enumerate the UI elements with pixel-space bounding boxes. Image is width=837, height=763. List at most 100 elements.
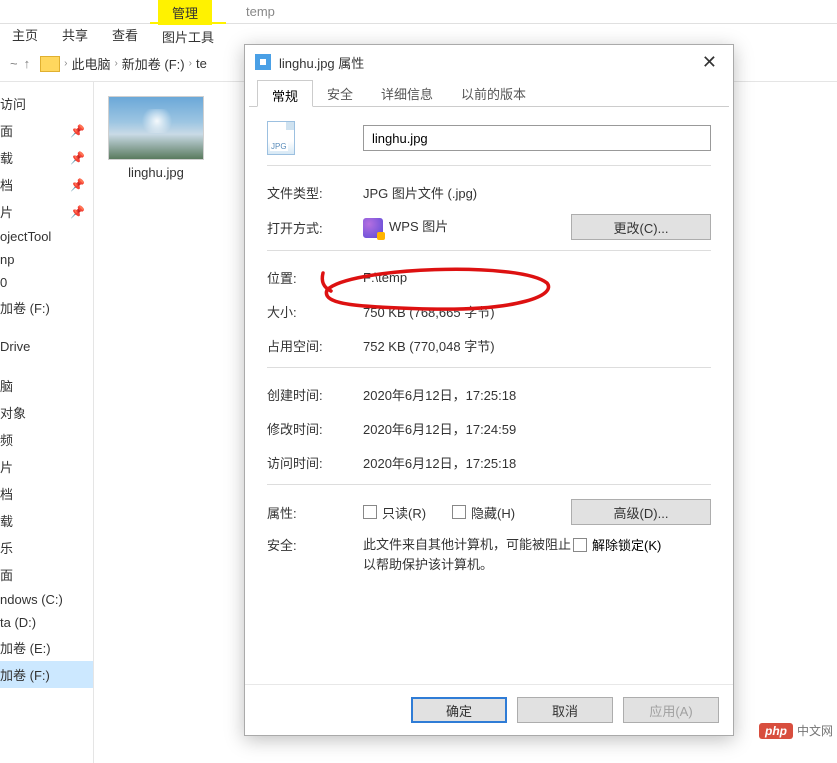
label-modified: 修改时间: xyxy=(267,419,363,438)
sidebar-item[interactable]: 载 xyxy=(0,507,93,534)
unblock-checkbox[interactable]: 解除锁定(K) xyxy=(573,535,661,554)
ribbon-tab-share[interactable]: 共享 xyxy=(50,22,100,49)
change-button[interactable]: 更改(C)... xyxy=(571,214,711,240)
sidebar-item[interactable]: 载📌 xyxy=(0,144,93,171)
ribbon-tab-home[interactable]: 主页 xyxy=(0,22,50,49)
pin-icon: 📌 xyxy=(70,124,85,138)
breadcrumb-item[interactable]: te xyxy=(196,56,207,71)
dialog-titlebar[interactable]: linghu.jpg 属性 ✕ xyxy=(245,45,733,79)
divider xyxy=(267,367,711,368)
sidebar-item[interactable]: 0 xyxy=(0,271,93,294)
divider xyxy=(267,484,711,485)
ribbon-tab-picturetools[interactable]: 图片工具 xyxy=(150,22,226,49)
tab-previous[interactable]: 以前的版本 xyxy=(447,79,540,106)
sidebar-item[interactable]: 对象 xyxy=(0,399,93,426)
file-thumbnail xyxy=(108,96,204,160)
sidebar-item[interactable]: 档📌 xyxy=(0,171,93,198)
sidebar-item-label: 载 xyxy=(0,511,85,530)
value-openwith: WPS 图片 xyxy=(363,216,571,238)
label-size: 大小: xyxy=(267,302,363,321)
dialog-body: JPG 文件类型: JPG 图片文件 (.jpg) 打开方式: WPS 图片 更… xyxy=(245,107,733,684)
sidebar-item[interactable]: 片 xyxy=(0,453,93,480)
apply-button[interactable]: 应用(A) xyxy=(623,697,719,723)
label-security: 安全: xyxy=(267,535,363,554)
sidebar-item[interactable]: ojectTool xyxy=(0,225,93,248)
sidebar-item-label: ta (D:) xyxy=(0,615,85,630)
label-location: 位置: xyxy=(267,268,363,287)
advanced-button[interactable]: 高级(D)... xyxy=(571,499,711,525)
label-attributes: 属性: xyxy=(267,503,363,522)
nav-back-icon[interactable]: ~ xyxy=(10,56,18,71)
divider xyxy=(267,165,711,166)
sidebar-item-label: ojectTool xyxy=(0,229,85,244)
tab-details[interactable]: 详细信息 xyxy=(367,79,447,106)
sidebar-item[interactable]: 片📌 xyxy=(0,198,93,225)
nav-up-icon[interactable]: ↑ xyxy=(24,56,31,71)
sidebar-item[interactable]: 面📌 xyxy=(0,117,93,144)
dialog-title: linghu.jpg 属性 xyxy=(279,53,696,72)
nav-arrows: ~ ↑ xyxy=(4,56,36,71)
sidebar-item[interactable]: 加卷 (E:) xyxy=(0,634,93,661)
breadcrumb[interactable]: › 此电脑 › 新加卷 (F:) › te xyxy=(64,54,207,73)
watermark-text: 中文网 xyxy=(797,722,833,739)
php-logo-icon: php xyxy=(759,723,793,739)
sidebar-item[interactable]: 频 xyxy=(0,426,93,453)
sidebar-item-label: 乐 xyxy=(0,538,85,557)
ribbon-row2: 主页 共享 查看 图片工具 xyxy=(0,22,226,49)
sidebar-nav: 访问面📌载📌档📌片📌ojectToolnp0加卷 (F:)Drive脑对象频片档… xyxy=(0,82,94,763)
chevron-right-icon: › xyxy=(64,58,67,69)
readonly-checkbox[interactable]: 只读(R) xyxy=(363,503,426,522)
value-location: F:\temp xyxy=(363,270,711,285)
properties-dialog: linghu.jpg 属性 ✕ 常规 安全 详细信息 以前的版本 JPG 文件类… xyxy=(244,44,734,736)
sidebar-item[interactable]: 加卷 (F:) xyxy=(0,661,93,688)
tab-security[interactable]: 安全 xyxy=(313,79,367,106)
label-openwith: 打开方式: xyxy=(267,218,363,237)
sidebar-item-label: 加卷 (E:) xyxy=(0,638,85,657)
sidebar-item-label: 对象 xyxy=(0,403,85,422)
sidebar-item-label: np xyxy=(0,252,85,267)
folder-icon xyxy=(40,56,60,72)
label-accessed: 访问时间: xyxy=(267,453,363,472)
label-created: 创建时间: xyxy=(267,385,363,404)
value-size: 750 KB (768,665 字节) xyxy=(363,302,711,321)
sidebar-item[interactable]: ta (D:) xyxy=(0,611,93,634)
wps-icon xyxy=(363,218,383,238)
chevron-right-icon: › xyxy=(189,58,192,69)
sidebar-item[interactable]: 脑 xyxy=(0,372,93,399)
ok-button[interactable]: 确定 xyxy=(411,697,507,723)
sidebar-item-label: 加卷 (F:) xyxy=(0,665,85,684)
pin-icon: 📌 xyxy=(70,178,85,192)
sidebar-item[interactable]: 加卷 (F:) xyxy=(0,294,93,321)
sidebar-item[interactable]: Drive xyxy=(0,335,93,358)
sidebar-item[interactable]: np xyxy=(0,248,93,271)
sidebar-item[interactable]: 访问 xyxy=(0,90,93,117)
sidebar-item-label: 片 xyxy=(0,457,85,476)
breadcrumb-item[interactable]: 此电脑 xyxy=(71,54,110,73)
image-file-icon xyxy=(255,54,271,70)
file-item[interactable]: linghu.jpg xyxy=(108,96,204,180)
ribbon-tab-view[interactable]: 查看 xyxy=(100,22,150,49)
close-icon[interactable]: ✕ xyxy=(696,52,723,73)
sidebar-item-label: 面 xyxy=(0,565,85,584)
window-folder-name: temp xyxy=(246,4,275,19)
sidebar-item-label: ndows (C:) xyxy=(0,592,85,607)
value-security: 此文件来自其他计算机，可能被阻止以帮助保护该计算机。 xyxy=(363,535,573,574)
divider xyxy=(267,250,711,251)
watermark: php 中文网 xyxy=(759,722,833,739)
hidden-checkbox[interactable]: 隐藏(H) xyxy=(452,503,515,522)
sidebar-item[interactable]: 乐 xyxy=(0,534,93,561)
file-type-icon: JPG xyxy=(267,121,363,155)
sidebar-item[interactable]: ndows (C:) xyxy=(0,588,93,611)
label-filetype: 文件类型: xyxy=(267,183,363,202)
sidebar-item-label: 片 xyxy=(0,202,64,221)
pin-icon: 📌 xyxy=(70,151,85,165)
sidebar-item-label: 加卷 (F:) xyxy=(0,298,85,317)
breadcrumb-item[interactable]: 新加卷 (F:) xyxy=(122,54,185,73)
value-filetype: JPG 图片文件 (.jpg) xyxy=(363,183,711,202)
filename-input[interactable] xyxy=(363,125,711,151)
sidebar-item-label: 频 xyxy=(0,430,85,449)
cancel-button[interactable]: 取消 xyxy=(517,697,613,723)
sidebar-item[interactable]: 档 xyxy=(0,480,93,507)
sidebar-item[interactable]: 面 xyxy=(0,561,93,588)
tab-general[interactable]: 常规 xyxy=(257,80,313,107)
